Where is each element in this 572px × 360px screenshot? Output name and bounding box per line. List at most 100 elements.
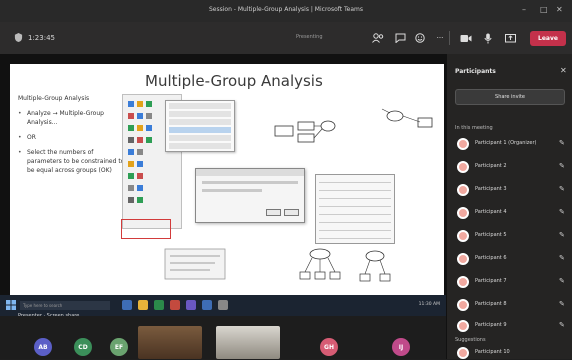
mic-icon (484, 33, 492, 43)
avatar (457, 347, 469, 359)
participants-panel: Participants ✕ Share invite In this meet… (446, 54, 572, 359)
slide-lead-text: Multiple-Group Analysis (18, 95, 90, 102)
share-button[interactable] (502, 30, 518, 46)
participant-avatar[interactable]: EF (110, 338, 128, 356)
video-strip: AB CD EF GH IJ (0, 316, 446, 359)
palette-tool-icon (128, 173, 134, 179)
minimize-icon[interactable]: – (522, 5, 526, 14)
dialog-screenshot (195, 168, 305, 223)
share-icon (504, 34, 516, 43)
more-button[interactable]: ··· (432, 30, 448, 46)
menu-item-graphic (169, 119, 231, 125)
mic-off-icon: ✎ (559, 139, 565, 147)
menu-item-highlighted-graphic (169, 127, 231, 133)
title-bar: Session - Multiple-Group Analysis | Micr… (0, 0, 572, 22)
palette-tool-icon (137, 101, 143, 107)
dialog-text-line (202, 181, 298, 184)
analyze-menu-screenshot (165, 100, 235, 152)
avatar (457, 207, 469, 219)
participant-row[interactable]: Participant 4 ✎ (453, 204, 571, 222)
participant-name: Participant 4 (475, 209, 507, 215)
taskbar-app-icon (154, 300, 164, 310)
participant-row[interactable]: Participant 9 ✎ (453, 317, 571, 335)
palette-tool-icon (137, 185, 143, 191)
slide-bullet: OR (18, 133, 128, 142)
participant-avatar[interactable]: CD (74, 338, 92, 356)
participant-video-tile[interactable] (216, 326, 280, 359)
palette-tool-icon (128, 113, 134, 119)
windows-start-icon (6, 300, 16, 310)
slide-bullets: Multiple-Group Analysis Analyze → Multip… (18, 94, 128, 181)
close-icon[interactable]: ✕ (556, 5, 563, 14)
palette-tool-icon (137, 113, 143, 119)
maximize-icon[interactable]: □ (540, 5, 548, 14)
slide-bullet: Analyze → Multiple-Group Analysis... (18, 109, 128, 127)
participant-row[interactable]: Participant 7 ✎ (453, 273, 571, 291)
parameter-table-screenshot (315, 174, 395, 244)
participant-row[interactable]: Participant 1 (Organizer) ✎ (453, 135, 571, 153)
avatar (457, 276, 469, 288)
menu-item-graphic (169, 103, 231, 109)
window-title: Session - Multiple-Group Analysis | Micr… (208, 6, 364, 13)
palette-tool-icon (128, 125, 134, 131)
meeting-toolbar: 1:23:45 Presenting ··· Leave (0, 22, 572, 54)
dialog-title-bar (196, 169, 304, 176)
slide-title: Multiple-Group Analysis (145, 72, 323, 90)
avatar (457, 230, 469, 242)
chat-button[interactable] (392, 30, 408, 46)
avatar (457, 253, 469, 265)
participant-name: Participant 7 (475, 278, 507, 284)
camera-button[interactable] (458, 30, 474, 46)
table-row-graphic (319, 193, 391, 199)
table-row-graphic (319, 177, 391, 183)
mic-button[interactable] (480, 30, 496, 46)
avatar (457, 184, 469, 196)
taskbar-app-icon (170, 300, 180, 310)
table-row-graphic (319, 185, 391, 191)
participant-row[interactable]: Participant 8 ✎ (453, 296, 571, 314)
chat-icon (395, 33, 405, 43)
table-row-graphic (319, 201, 391, 207)
reactions-button[interactable] (412, 30, 428, 46)
mic-off-icon: ✎ (559, 162, 565, 170)
mic-off-icon: ✎ (559, 321, 565, 329)
palette-tool-icon (137, 137, 143, 143)
avatar (457, 299, 469, 311)
participant-avatar[interactable]: IJ (392, 338, 410, 356)
toolbar-divider (449, 31, 450, 45)
highlight-box (121, 219, 171, 239)
participant-row[interactable]: Participant 5 ✎ (453, 227, 571, 245)
palette-tool-icon (137, 149, 143, 155)
dialog-cancel-graphic (284, 209, 299, 216)
participant-video-tile[interactable] (138, 326, 202, 359)
suggestions-label: Suggestions (455, 337, 486, 343)
people-button[interactable] (370, 30, 386, 46)
suggested-participant-row[interactable]: Participant 10 (453, 346, 571, 360)
participant-name: Participant 1 (Organizer) (475, 140, 537, 146)
palette-tool-icon (137, 197, 143, 203)
participant-avatar[interactable]: GH (320, 338, 338, 356)
meeting-timer: 1:23:45 (14, 33, 55, 42)
participant-row[interactable]: Participant 3 ✎ (453, 181, 571, 199)
palette-tool-icon (137, 125, 143, 131)
taskbar-app-icon (186, 300, 196, 310)
reactions-icon (415, 33, 425, 43)
timer-text: 1:23:45 (28, 33, 55, 42)
palette-tool-icon (128, 197, 134, 203)
palette-tool-icon (146, 125, 152, 131)
panel-title: Participants (455, 68, 496, 75)
palette-tool-icon (128, 137, 134, 143)
share-invite-button[interactable]: Share invite (455, 89, 565, 105)
panel-close-icon[interactable]: ✕ (560, 66, 567, 75)
taskbar-app-icon (138, 300, 148, 310)
participant-avatar[interactable]: AB (34, 338, 52, 356)
presentation-slide: Multiple-Group Analysis Multiple-Group A… (10, 64, 444, 310)
participant-row[interactable]: Participant 2 ✎ (453, 158, 571, 176)
dialog-text-line (202, 189, 262, 192)
palette-tool-icon (146, 113, 152, 119)
mic-off-icon: ✎ (559, 185, 565, 193)
participant-name: Participant 8 (475, 301, 507, 307)
shield-icon (14, 33, 23, 42)
leave-button[interactable]: Leave (530, 31, 566, 46)
participant-row[interactable]: Participant 6 ✎ (453, 250, 571, 268)
